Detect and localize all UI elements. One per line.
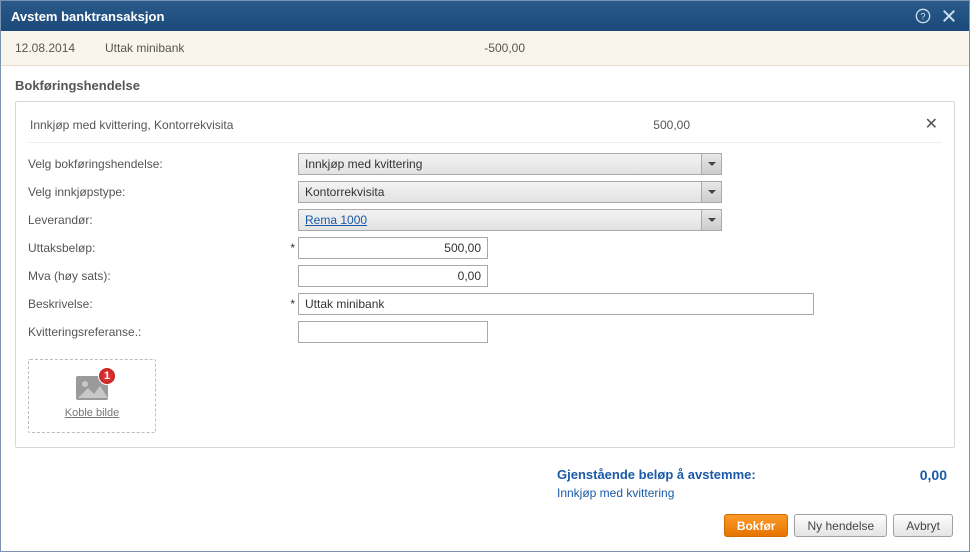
footer: Gjenstående beløp å avstemme: Innkjøp me… [1,451,969,551]
attach-image-button[interactable]: 1 Koble bilde [28,359,156,433]
chevron-down-icon [701,154,721,174]
remaining-subtitle: Innkjøp med kvittering [557,486,887,500]
transaction-amount: -500,00 [415,41,525,55]
totals-row: Gjenstående beløp å avstemme: Innkjøp me… [17,459,953,514]
remove-event-icon[interactable]: ✕ [925,114,938,134]
event-type-label: Velg bokføringshendelse: [28,157,288,171]
remaining-label: Gjenstående beløp å avstemme: [557,467,887,482]
required-mark: * [288,241,298,255]
remaining-amount: 0,00 [887,467,947,500]
titlebar: Avstem banktransaksjon ? [1,1,969,31]
chevron-down-icon [701,182,721,202]
transaction-row: 12.08.2014 Uttak minibank -500,00 [1,31,969,66]
required-mark: * [288,297,298,311]
transaction-description: Uttak minibank [105,41,415,55]
amount-input[interactable] [298,237,488,259]
event-panel: Innkjøp med kvittering, Kontorrekvisita … [15,101,955,448]
reference-input[interactable] [298,321,488,343]
description-label: Beskrivelse: [28,297,288,311]
supplier-select[interactable]: Rema 1000 [298,209,722,231]
section-heading: Bokføringshendelse [15,78,955,93]
help-icon[interactable]: ? [913,6,933,26]
cancel-button[interactable]: Avbryt [893,514,953,537]
dialog-title: Avstem banktransaksjon [11,9,907,24]
vat-input[interactable] [298,265,488,287]
supplier-label: Leverandør: [28,213,288,227]
button-row: Bokfør Ny hendelse Avbryt [17,514,953,537]
supplier-value[interactable]: Rema 1000 [299,213,701,227]
chevron-down-icon [701,210,721,230]
purchase-type-value: Kontorrekvisita [299,185,701,199]
attach-image-label: Koble bilde [65,407,119,419]
event-type-value: Innkjøp med kvittering [299,157,701,171]
content-area: Bokføringshendelse Innkjøp med kvitterin… [1,66,969,451]
summary-amount: 500,00 [570,118,690,132]
post-button[interactable]: Bokfør [724,514,789,537]
reference-label: Kvitteringsreferanse.: [28,325,288,339]
close-icon[interactable] [939,6,959,26]
image-icon: 1 [72,373,112,403]
purchase-type-label: Velg innkjøpstype: [28,185,288,199]
vat-label: Mva (høy sats): [28,269,288,283]
dialog: Avstem banktransaksjon ? 12.08.2014 Utta… [0,0,970,552]
amount-label: Uttaksbeløp: [28,241,288,255]
transaction-date: 12.08.2014 [15,41,105,55]
event-type-select[interactable]: Innkjøp med kvittering [298,153,722,175]
new-event-button[interactable]: Ny hendelse [794,514,887,537]
summary-text: Innkjøp med kvittering, Kontorrekvisita [30,118,570,132]
purchase-type-select[interactable]: Kontorrekvisita [298,181,722,203]
description-input[interactable] [298,293,814,315]
summary-row: Innkjøp med kvittering, Kontorrekvisita … [28,112,942,143]
svg-text:?: ? [920,11,925,21]
notification-badge: 1 [98,367,116,385]
